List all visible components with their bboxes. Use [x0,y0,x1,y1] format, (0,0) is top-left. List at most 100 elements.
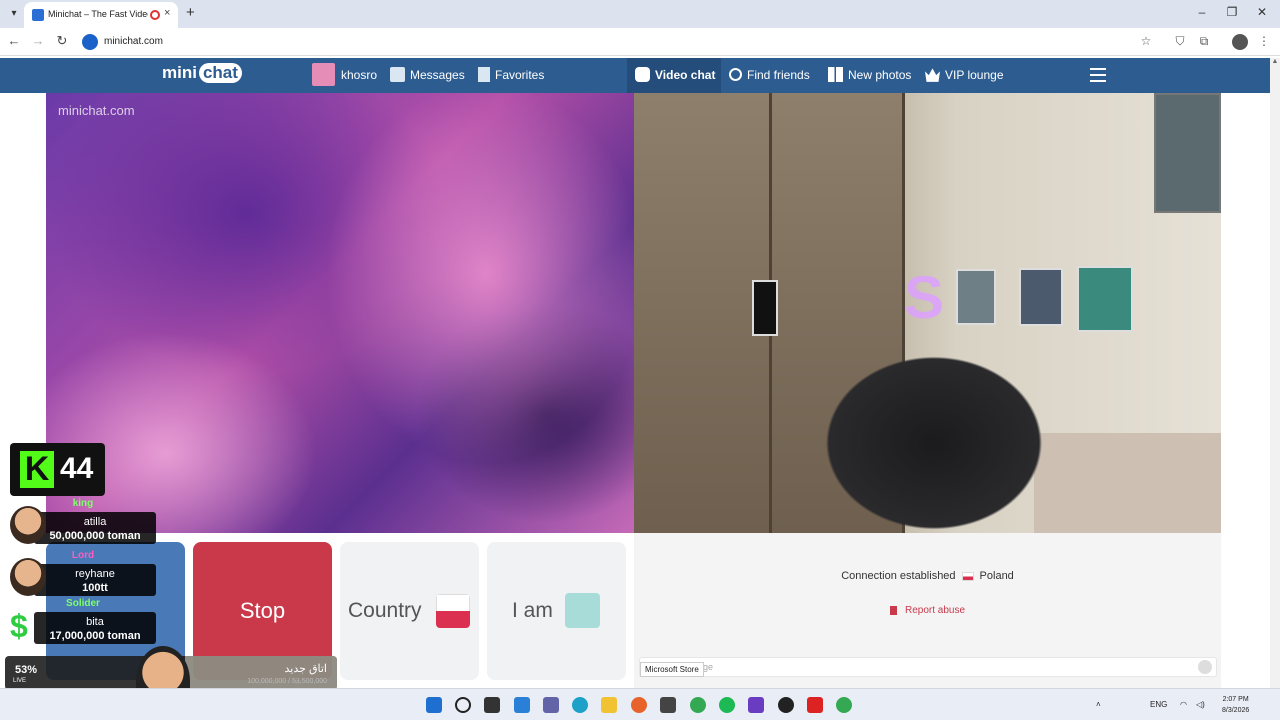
goal-progress-text: 100,000,000 / 53,500,000 [247,678,327,685]
country-selector[interactable]: Country [340,542,479,680]
kick-viewer-badge: K 44 [10,443,105,496]
nav-video-chat-label: Video chat [655,68,716,82]
nav-username: khosro [341,68,378,82]
gender-selector[interactable]: I am [487,542,626,680]
logo-chat-text: chat [198,63,242,83]
firefox-icon[interactable] [631,697,647,713]
minimize-icon[interactable]: – [1192,5,1212,19]
donor-card-solider: $ Solider bita 17,000,000 toman [10,598,156,644]
donor-card-king: king atilla 50,000,000 toman [10,498,156,544]
emoji-icon[interactable] [1198,660,1212,674]
restore-icon[interactable]: ❐ [1222,5,1242,19]
file-explorer-icon[interactable] [601,697,617,713]
nav-profile[interactable]: khosro [312,58,377,93]
nav-find-friends[interactable]: Find friends [729,58,810,93]
r-app-icon[interactable] [748,697,764,713]
omnibox[interactable]: minichat.com [78,31,1168,53]
hamburger-menu-icon[interactable] [1090,68,1106,82]
tray-chevron-icon[interactable]: ˄ [1096,700,1101,709]
video-watermark: minichat.com [58,103,135,118]
message-input[interactable]: age [639,657,1217,677]
browser-tab-bar: ▾ Minichat – The Fast Video Ch × + – ❐ ✕ [0,0,1280,28]
v-app-icon[interactable] [807,697,823,713]
logo-mini-text: mini [162,63,197,82]
self-camera-video: S [634,93,1221,533]
live-label: LIVE [13,678,27,684]
donor-name: reyhane [75,568,115,580]
kick-logo-icon: K [20,451,54,488]
task-view-icon[interactable] [484,697,500,713]
browser-tab[interactable]: Minichat – The Fast Video Ch × [24,2,178,28]
tab-title: Minichat – The Fast Video Ch [48,9,148,19]
back-icon[interactable]: ← [6,33,22,48]
bookmark-star-icon[interactable]: ☆ [1138,34,1154,48]
taskbar-tooltip: Microsoft Store [640,662,704,677]
user-avatar-icon [312,62,335,86]
site-favicon-icon [32,9,44,21]
scroll-up-arrow-icon[interactable]: ▲ [1270,58,1280,65]
widgets-icon[interactable] [514,697,530,713]
profile-avatar-icon[interactable] [1232,34,1248,50]
goal-percent: 53% [15,664,38,676]
country-label: Country [348,599,422,622]
nav-new-photos[interactable]: New photos [828,58,911,93]
site-info-icon[interactable] [82,34,98,50]
input-language[interactable]: ENG [1150,700,1167,709]
photos-grid-icon [828,66,843,82]
teams-icon[interactable] [543,697,559,713]
crown-icon [925,68,940,82]
donor-name: bita [86,616,104,628]
edge-icon[interactable] [572,697,588,713]
envelope-icon [390,66,405,82]
site-navigation: mini chat khosro Messages Favorites Video… [0,58,1270,93]
person-icon [565,593,600,628]
nav-messages-label: Messages [410,68,465,82]
nav-video-chat[interactable]: Video chat [627,58,721,93]
wifi-icon[interactable]: ◠ [1180,700,1187,709]
report-abuse-link[interactable]: Report abuse [634,605,1221,616]
bookmark-icon [478,66,490,82]
poland-flag-icon [436,594,470,628]
tab-close-icon[interactable]: × [164,7,170,19]
viewer-count: 44 [60,452,94,485]
connection-status: Connection established Poland [634,570,1221,582]
poland-mini-flag-icon [961,571,974,581]
nav-vip-lounge[interactable]: VIP lounge [925,58,1004,93]
recording-icon [150,10,160,20]
clock-date: 8/3/2026 [1222,707,1250,714]
url-text[interactable]: minichat.com [104,36,163,47]
tab-search-icon[interactable]: ▾ [6,6,22,22]
spotify-icon[interactable] [719,697,735,713]
microsoft-store-icon[interactable] [660,697,676,713]
chrome-icon[interactable] [690,697,706,713]
system-clock[interactable]: 2:07 PM 8/3/2026 [1222,694,1249,716]
goal-title: اتاق جدید [284,663,327,675]
donor-amount: 100tt [82,582,108,594]
browser-menu-icon[interactable]: ⋮ [1256,34,1272,48]
obs-icon[interactable] [778,697,794,713]
iam-label: I am [512,599,553,622]
extensions-puzzle-icon[interactable]: ⧉ [1196,34,1212,49]
nav-messages[interactable]: Messages [390,58,465,93]
reload-icon[interactable]: ↻ [54,33,70,49]
forward-icon[interactable]: → [30,33,46,48]
minichat-logo[interactable]: mini chat [162,63,242,87]
streamer [774,303,1094,533]
nav-favorites[interactable]: Favorites [478,58,544,93]
volume-icon[interactable]: ◁) [1196,700,1205,709]
flag-icon [889,605,897,615]
shield-extension-icon[interactable]: ⛉ [1172,34,1188,49]
new-tab-button[interactable]: + [186,5,195,21]
donor-rank: king [72,498,94,509]
close-window-icon[interactable]: ✕ [1252,5,1272,19]
report-abuse-label: Report abuse [904,605,966,616]
donor-card-lord: Lord reyhane 100tt [10,550,156,596]
search-taskbar-icon[interactable] [455,697,471,713]
chrome-profile-icon[interactable] [836,697,852,713]
video-chat-icon [635,66,650,82]
page-scrollbar[interactable] [1270,58,1280,688]
start-icon[interactable] [426,697,442,713]
donor-rank: Lord [71,550,95,561]
partner-country: Poland [979,570,1014,582]
partner-video: minichat.com [46,93,634,533]
